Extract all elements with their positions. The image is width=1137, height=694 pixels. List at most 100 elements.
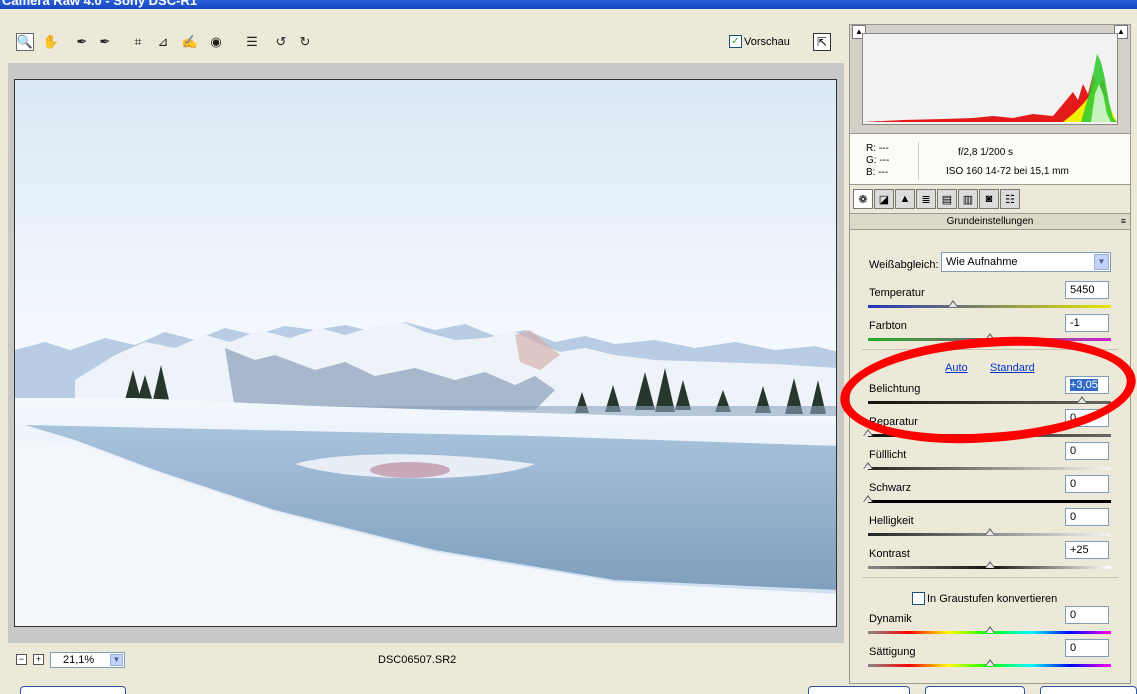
tab-detail[interactable]: ▲ xyxy=(895,189,915,209)
zoom-in-button[interactable]: + xyxy=(33,654,44,665)
list-icon: ☰ xyxy=(246,34,258,49)
reparatur-value-input[interactable]: 0 xyxy=(1065,409,1109,427)
dynamik-value-input[interactable]: 0 xyxy=(1065,606,1109,624)
photo-image xyxy=(15,80,836,626)
grayscale-toggle[interactable]: In Graustufen konvertieren xyxy=(912,592,1057,605)
white-balance-select[interactable]: Wie Aufnahme ▼ xyxy=(941,252,1111,272)
temperatur-slider-thumb[interactable] xyxy=(948,300,959,308)
fuelllicht-label: Fülllicht xyxy=(869,449,907,461)
preferences-tool[interactable]: ☰ xyxy=(243,33,261,51)
divider xyxy=(862,349,1118,350)
tab-basic[interactable]: ❁ xyxy=(853,189,873,209)
schwarz-slider-track[interactable] xyxy=(868,500,1111,503)
right-panel: ▲ ▲ R: --- G: --- B: --- f/2,8 1/200 s I… xyxy=(849,24,1131,684)
tab-presets[interactable]: ☷ xyxy=(1000,189,1020,209)
toolbar: ✓ Vorschau ⇱ 🔍 ✋ ✒ ✒ ⌗ ⊿ ✍ ◉ ☰ ↺ ↻ xyxy=(8,22,844,56)
fuelllicht-value-input[interactable]: 0 xyxy=(1065,442,1109,460)
kontrast-value-input[interactable]: +25 xyxy=(1065,541,1109,559)
chevron-down-icon[interactable]: ▼ xyxy=(1094,254,1109,270)
zoom-out-button[interactable]: − xyxy=(16,654,27,665)
preview-area xyxy=(8,63,844,643)
tab-split-toning[interactable]: ▤ xyxy=(937,189,957,209)
fuelllicht-slider-track[interactable] xyxy=(868,467,1111,470)
schwarz-slider-thumb[interactable] xyxy=(863,495,873,503)
aperture-shutter: f/2,8 1/200 s xyxy=(958,147,1014,158)
fuelllicht-slider-thumb[interactable] xyxy=(863,462,873,470)
presets-icon: ☷ xyxy=(1005,193,1015,206)
kontrast-slider-thumb[interactable] xyxy=(984,561,995,569)
tab-camera-calibration[interactable]: ◙ xyxy=(979,189,999,209)
preview-toggle[interactable]: ✓ Vorschau xyxy=(729,35,790,48)
belichtung-value: +3,05 xyxy=(1070,379,1098,391)
cancel-button[interactable] xyxy=(925,686,1025,694)
rgb-readout: R: --- G: --- B: --- xyxy=(866,143,889,179)
retouch-tool[interactable]: ✍ xyxy=(181,33,199,51)
farbton-slider-thumb[interactable] xyxy=(984,333,995,341)
straighten-tool[interactable]: ⊿ xyxy=(154,33,172,51)
white-balance-tool[interactable]: ✒ xyxy=(73,33,91,51)
zoom-select[interactable]: 21,1% ▼ xyxy=(50,652,125,668)
photo-preview[interactable] xyxy=(14,79,837,627)
helligkeit-slider-thumb[interactable] xyxy=(984,528,995,536)
helligkeit-value: 0 xyxy=(1070,511,1077,523)
tab-hsl[interactable]: ≣ xyxy=(916,189,936,209)
belichtung-slider-thumb[interactable] xyxy=(1076,396,1087,404)
dynamik-label: Dynamik xyxy=(869,613,912,625)
camera-icon: ◙ xyxy=(985,193,993,205)
rotate-left-tool[interactable]: ↺ xyxy=(272,33,290,51)
red-eye-tool[interactable]: ◉ xyxy=(207,33,225,51)
schwarz-value: 0 xyxy=(1070,478,1077,490)
fullscreen-button[interactable]: ⇱ xyxy=(813,33,831,51)
temperatur-label: Temperatur xyxy=(869,287,925,299)
auto-link[interactable]: Auto xyxy=(945,362,968,374)
tone-curve-icon: ◪ xyxy=(878,193,890,206)
saettigung-value-input[interactable]: 0 xyxy=(1065,639,1109,657)
tab-tone-curve[interactable]: ◪ xyxy=(874,189,894,209)
temperatur-slider-track[interactable] xyxy=(868,305,1111,308)
section-title-text: Grundeinstellungen xyxy=(946,216,1034,227)
g-value: G: --- xyxy=(866,155,890,166)
standard-link[interactable]: Standard xyxy=(990,362,1035,374)
fuelllicht-value: 0 xyxy=(1070,445,1077,457)
histogram: ▲ ▲ xyxy=(850,25,1130,133)
reparatur-slider-thumb[interactable] xyxy=(863,429,873,437)
temperatur-value-input[interactable]: 5450 xyxy=(1065,281,1109,299)
color-sampler-tool[interactable]: ✒ xyxy=(96,33,114,51)
saettigung-label: Sättigung xyxy=(869,646,916,658)
panel-menu-icon[interactable]: ≡ xyxy=(1121,214,1126,229)
rotate-right-tool[interactable]: ↻ xyxy=(296,33,314,51)
reparatur-label: Reparatur xyxy=(869,416,918,428)
hand-icon: ✋ xyxy=(42,34,60,49)
crop-tool[interactable]: ⌗ xyxy=(129,33,147,51)
magnifier-icon: 🔍 xyxy=(16,34,34,49)
open-image-button[interactable] xyxy=(808,686,910,694)
save-image-button[interactable] xyxy=(20,686,126,694)
histogram-plot xyxy=(862,33,1118,125)
chevron-down-icon[interactable]: ▼ xyxy=(110,654,123,666)
zoom-value: 21,1% xyxy=(63,654,95,666)
iso-lens: ISO 160 14-72 bei 15,1 mm xyxy=(946,166,1069,177)
belichtung-value-input[interactable]: +3,05 xyxy=(1065,376,1109,394)
reparatur-slider-track[interactable] xyxy=(868,434,1111,437)
schwarz-value-input[interactable]: 0 xyxy=(1065,475,1109,493)
b-value: B: --- xyxy=(866,167,889,178)
helligkeit-label: Helligkeit xyxy=(869,515,914,527)
dynamik-slider-thumb[interactable] xyxy=(984,626,995,634)
hand-tool[interactable]: ✋ xyxy=(42,33,60,51)
rotate-right-icon: ↻ xyxy=(299,34,311,49)
farbton-value-input[interactable]: -1 xyxy=(1065,314,1109,332)
done-button[interactable] xyxy=(1040,686,1137,694)
color-sampler-icon: ✒ xyxy=(99,34,111,49)
tab-lens[interactable]: ▥ xyxy=(958,189,978,209)
preview-checkbox[interactable]: ✓ xyxy=(729,35,742,48)
fullscreen-icon: ⇱ xyxy=(816,35,828,49)
grayscale-checkbox[interactable] xyxy=(912,592,925,605)
zoom-tool[interactable]: 🔍 xyxy=(16,33,34,51)
red-eye-icon: ◉ xyxy=(210,34,222,49)
belichtung-slider-track[interactable] xyxy=(868,401,1111,404)
helligkeit-value-input[interactable]: 0 xyxy=(1065,508,1109,526)
saettigung-value: 0 xyxy=(1070,642,1077,654)
saettigung-slider-thumb[interactable] xyxy=(984,659,995,667)
detail-icon: ▲ xyxy=(899,193,911,205)
farbton-label: Farbton xyxy=(869,320,907,332)
